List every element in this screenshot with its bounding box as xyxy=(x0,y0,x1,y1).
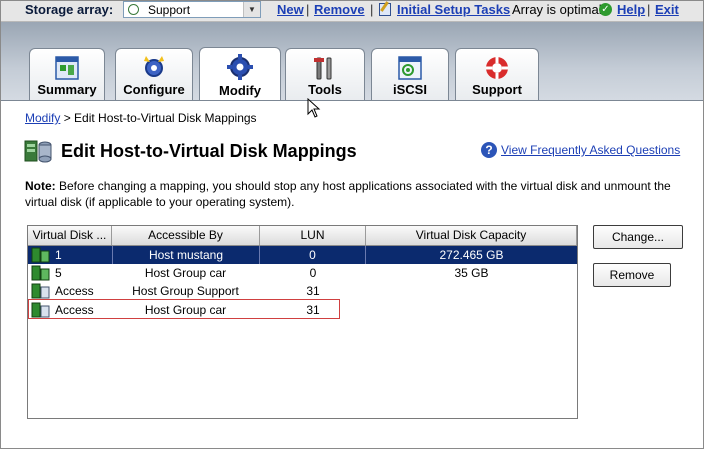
column-header-accessible-by[interactable]: Accessible By xyxy=(112,226,260,245)
virtual-disk-mapping-icon xyxy=(24,140,52,163)
mappings-table[interactable]: Virtual Disk ... Accessible By LUN Virtu… xyxy=(27,225,578,419)
cell-virtual-disk: 5 xyxy=(55,266,62,280)
table-row[interactable]: 5 Host Group car 0 35 GB xyxy=(28,264,577,282)
tools-icon xyxy=(314,57,332,80)
tab-modify[interactable]: Modify xyxy=(199,47,281,101)
initial-setup-tasks-link[interactable]: Initial Setup Tasks xyxy=(397,2,510,17)
table-row[interactable]: Access Host Group Support 31 xyxy=(28,282,577,300)
separator: | xyxy=(370,2,374,17)
tab-summary[interactable]: Summary xyxy=(29,48,105,100)
storage-array-value: Support xyxy=(148,3,191,17)
array-status-text: Array is optimal xyxy=(512,2,602,17)
cell-capacity: 272.465 GB xyxy=(439,248,504,262)
separator: | xyxy=(306,2,310,17)
cell-capacity xyxy=(366,301,577,319)
note-label: Note: xyxy=(25,179,56,193)
tab-label: Configure xyxy=(123,82,185,97)
faq-link[interactable]: View Frequently Asked Questions xyxy=(501,143,680,157)
help-icon[interactable]: ? xyxy=(481,142,497,158)
cell-capacity xyxy=(366,282,577,300)
chevron-down-icon[interactable]: ▼ xyxy=(243,2,260,17)
note-text: Note: Before changing a mapping, you sho… xyxy=(25,178,685,210)
cell-accessible-by: Host Group Support xyxy=(132,284,239,298)
tab-iscsi[interactable]: iSCSI xyxy=(371,48,449,100)
breadcrumb: Modify > Edit Host-to-Virtual Disk Mappi… xyxy=(25,111,257,125)
tab-label: Summary xyxy=(37,82,97,97)
storage-array-label: Storage array: xyxy=(25,2,114,17)
cell-virtual-disk: 1 xyxy=(55,248,62,262)
cell-lun: 31 xyxy=(306,284,320,298)
exit-link[interactable]: Exit xyxy=(655,2,679,17)
storage-array-select[interactable]: Support ▼ xyxy=(123,1,261,18)
table-row[interactable]: 1 Host mustang 0 272.465 GB xyxy=(28,246,577,264)
page-title: Edit Host-to-Virtual Disk Mappings xyxy=(61,141,357,161)
app-window: Storage array: Support ▼ New | Remove | … xyxy=(0,0,704,449)
mouse-cursor-icon xyxy=(307,98,321,118)
remove-link[interactable]: Remove xyxy=(314,2,365,17)
tab-label: Support xyxy=(472,82,522,97)
column-header-capacity[interactable]: Virtual Disk Capacity xyxy=(366,226,577,245)
cell-virtual-disk: Access xyxy=(55,284,94,298)
cell-accessible-by: Host Group car xyxy=(144,266,227,280)
tab-support[interactable]: Support xyxy=(455,48,539,100)
remove-button[interactable]: Remove xyxy=(593,263,671,287)
table-header: Virtual Disk ... Accessible By LUN Virtu… xyxy=(28,226,577,246)
modify-icon xyxy=(227,54,253,80)
support-icon xyxy=(486,57,508,79)
note-body: Before changing a mapping, you should st… xyxy=(25,179,671,209)
top-toolbar: Storage array: Support ▼ New | Remove | … xyxy=(1,1,703,22)
array-status-icon xyxy=(128,4,139,15)
iscsi-icon xyxy=(398,56,422,80)
column-header-lun[interactable]: LUN xyxy=(260,226,366,245)
breadcrumb-modify-link[interactable]: Modify xyxy=(25,111,60,125)
cell-accessible-by: Host mustang xyxy=(112,246,260,264)
breadcrumb-separator: > xyxy=(63,111,71,125)
change-button[interactable]: Change... xyxy=(593,225,683,249)
check-icon: ✓ xyxy=(599,3,612,16)
cell-lun: 0 xyxy=(260,246,366,264)
divider xyxy=(1,100,703,101)
separator: | xyxy=(647,2,651,17)
breadcrumb-current: Edit Host-to-Virtual Disk Mappings xyxy=(74,111,257,125)
new-link[interactable]: New xyxy=(277,2,304,17)
tab-label: Modify xyxy=(219,83,261,98)
tab-tools[interactable]: Tools xyxy=(285,48,365,100)
summary-icon xyxy=(55,56,79,80)
column-header-virtual-disk[interactable]: Virtual Disk ... xyxy=(28,226,112,245)
help-link[interactable]: Help xyxy=(617,2,645,17)
setup-tasks-icon[interactable] xyxy=(379,3,391,16)
row-highlight-annotation xyxy=(28,299,340,319)
tab-configure[interactable]: Configure xyxy=(115,48,193,100)
configure-icon xyxy=(144,56,164,77)
tab-label: Tools xyxy=(308,82,342,97)
tab-label: iSCSI xyxy=(393,82,427,97)
cell-lun: 0 xyxy=(309,266,317,280)
cell-capacity: 35 GB xyxy=(454,266,489,280)
